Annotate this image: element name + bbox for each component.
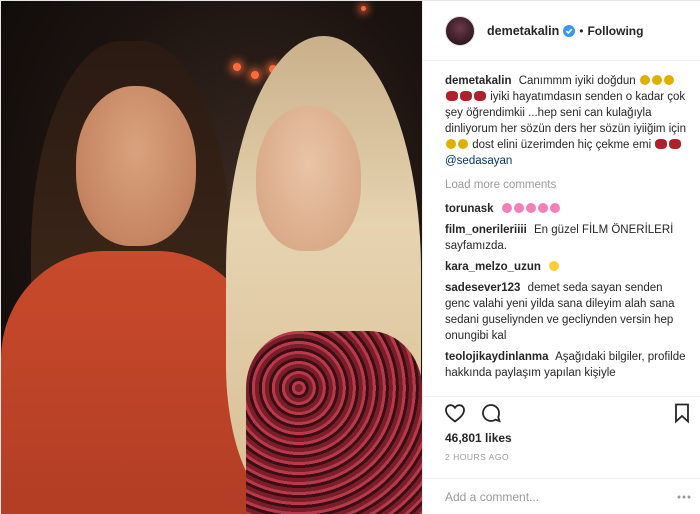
background-light xyxy=(233,63,241,71)
left-person-body xyxy=(1,251,261,514)
bookmark-icon[interactable] xyxy=(670,401,694,425)
comment-item: teolojikaydinlanma Aşağıdaki bilgiler, p… xyxy=(445,349,686,381)
comment-item: film_onerileriiii En güzel FİLM ÖNERİLER… xyxy=(445,222,686,254)
header-separator: • xyxy=(579,23,584,38)
background-light xyxy=(361,6,366,11)
flower-emoji-icon xyxy=(537,203,548,213)
flower-emoji-icon xyxy=(549,203,560,213)
comment-username[interactable]: teolojikaydinlanma xyxy=(445,351,549,363)
flower-emoji-icon xyxy=(501,203,512,213)
bee-emoji-icon xyxy=(458,139,468,149)
avatar[interactable] xyxy=(445,15,475,46)
post-timestamp: 2 HOURS AGO xyxy=(445,452,510,462)
comment-username[interactable]: sadesever123 xyxy=(445,282,520,294)
heart-emoji-icon xyxy=(655,139,668,149)
caption: demetakalin Canımmm iyiki doğdun iyiki h… xyxy=(445,73,686,169)
left-person-face xyxy=(76,86,196,246)
comment-username[interactable]: film_onerileriiii xyxy=(445,224,527,236)
bee-emoji-icon xyxy=(651,75,662,85)
action-bar xyxy=(423,396,700,428)
heart-emoji-icon xyxy=(474,91,486,101)
post-header: demetakalin • Following xyxy=(423,1,700,61)
comments-list[interactable]: demetakalin Canımmm iyiki doğdun iyiki h… xyxy=(423,61,700,396)
bee-emoji-icon xyxy=(639,75,650,85)
comment-item: kara_melzo_uzun xyxy=(445,259,686,275)
header-username[interactable]: demetakalin xyxy=(487,24,559,38)
caption-username[interactable]: demetakalin xyxy=(445,75,511,87)
more-dots-icon[interactable] xyxy=(676,489,692,505)
caption-mention[interactable]: @sedasayan xyxy=(445,155,512,167)
heart-icon[interactable] xyxy=(443,401,467,425)
post-photo[interactable] xyxy=(1,1,422,514)
load-more-comments[interactable]: Load more comments xyxy=(445,177,686,193)
add-comment-bar xyxy=(423,478,700,514)
add-comment-input[interactable] xyxy=(445,487,665,507)
comment-item: torunask xyxy=(445,201,686,217)
following-button[interactable]: Following xyxy=(587,24,643,38)
likes-count[interactable]: 46,801 likes xyxy=(445,431,512,445)
verified-badge-icon xyxy=(563,24,576,37)
heart-emoji-icon xyxy=(460,91,472,101)
caption-text: Canımmm iyiki doğdun xyxy=(518,75,636,87)
flower-emoji-icon xyxy=(513,203,524,213)
laughing-emoji-icon xyxy=(549,261,560,271)
instagram-post: demetakalin • Following demetakalin Canı… xyxy=(0,0,700,514)
comment-bubble-icon[interactable] xyxy=(479,401,503,425)
right-person-body xyxy=(246,331,422,514)
bee-emoji-icon xyxy=(446,139,456,149)
heart-emoji-icon xyxy=(669,139,682,149)
bee-emoji-icon xyxy=(663,75,674,85)
caption-text: iyiki hayatımdasın xyxy=(490,91,582,103)
comment-username[interactable]: kara_melzo_uzun xyxy=(445,261,541,273)
right-person-face xyxy=(256,106,361,251)
comment-username[interactable]: torunask xyxy=(445,203,494,215)
heart-emoji-icon xyxy=(446,91,458,101)
post-sidebar: demetakalin • Following demetakalin Canı… xyxy=(422,1,700,514)
caption-text: dost elini üzerimden hiç çekme emi xyxy=(472,139,652,151)
flower-emoji-icon xyxy=(525,203,536,213)
background-light xyxy=(251,71,259,79)
comment-item: sadesever123 demet seda sayan senden gen… xyxy=(445,280,686,344)
